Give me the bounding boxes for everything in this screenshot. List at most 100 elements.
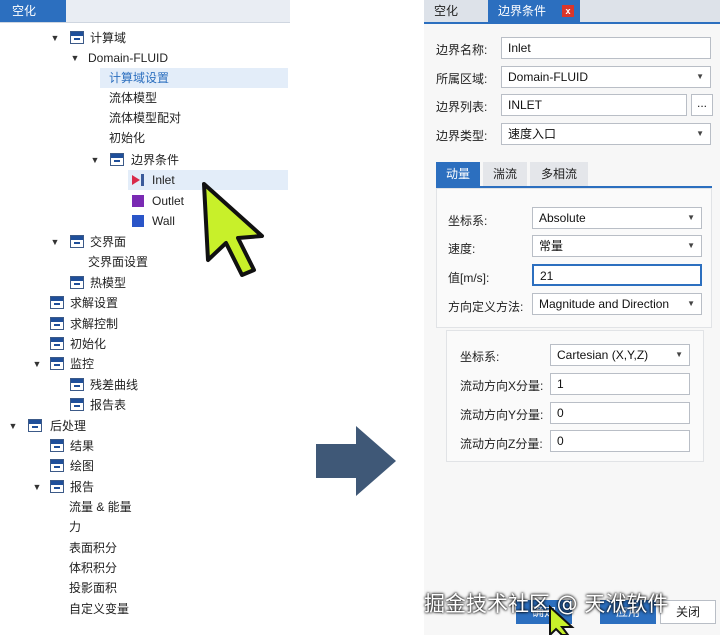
- tree-panel: 空化 ▼ 计算域 ▼ Domain-FLUID 计算域设置 流体模型 流体模型配…: [0, 0, 290, 635]
- tree-item-label: 后处理: [50, 419, 87, 433]
- watermark: 掘金技术社区 @ 天洑软件: [424, 592, 669, 616]
- folder-icon: [50, 357, 64, 370]
- direction-method-select[interactable]: Magnitude and Direction: [532, 293, 702, 315]
- tree-item-custom-variable[interactable]: 自定义变量: [0, 599, 290, 619]
- folder-icon: [50, 439, 64, 452]
- tree-item-label: 流体模型配对: [109, 111, 182, 125]
- tree-item-solver-settings[interactable]: 求解设置: [0, 293, 290, 313]
- tree-item-reports[interactable]: ▼ 报告: [0, 477, 290, 497]
- tree-item-volume-integral[interactable]: 体积积分: [0, 558, 290, 578]
- tree-item-label: 自定义变量: [69, 602, 130, 616]
- tree-item-boundary-conditions[interactable]: ▼ 边界条件: [0, 150, 290, 170]
- browse-button[interactable]: ...: [691, 94, 713, 116]
- boundary-type-label: 边界类型:: [436, 129, 488, 143]
- tree-item-residual-curve[interactable]: 残差曲线: [0, 375, 290, 395]
- direction-coordinate-select[interactable]: Cartesian (X,Y,Z): [550, 344, 690, 366]
- tree-item-label: 初始化: [70, 337, 107, 351]
- folder-icon: [70, 378, 84, 391]
- tree-item-surface-integral[interactable]: 表面积分: [0, 538, 290, 558]
- tab-multiphase[interactable]: 多相流: [530, 162, 588, 186]
- chevron-down-icon[interactable]: ▼: [50, 28, 60, 48]
- tree-item-label: 交界面设置: [88, 255, 149, 269]
- value-label: 值[m/s]:: [448, 271, 490, 285]
- tree-item-label: 计算域: [90, 31, 127, 45]
- velocity-label: 速度:: [448, 242, 476, 256]
- tree-item-domain-init[interactable]: 初始化: [0, 128, 290, 148]
- folder-icon: [50, 296, 64, 309]
- close-tab-icon[interactable]: x: [562, 5, 574, 17]
- chevron-down-icon[interactable]: ▼: [90, 150, 100, 170]
- tree-item-label: 报告表: [90, 398, 127, 412]
- folder-icon: [70, 31, 84, 44]
- tree-item-force[interactable]: 力: [0, 517, 290, 537]
- chevron-down-icon[interactable]: ▼: [50, 232, 60, 252]
- tree-item-flow-energy[interactable]: 流量 & 能量: [0, 497, 290, 517]
- tree-item-label: Outlet: [152, 194, 185, 208]
- z-component-label: 流动方向Z分量:: [460, 437, 543, 451]
- right-tabbar: 空化 边界条件 x: [424, 0, 720, 22]
- tab-cavitation[interactable]: 空化: [424, 0, 486, 22]
- x-component-label: 流动方向X分量:: [460, 379, 544, 393]
- tree-item-label: 交界面: [90, 235, 127, 249]
- velocity-value-input[interactable]: 21: [532, 264, 702, 286]
- tree-tabbar: 空化: [0, 0, 290, 23]
- chevron-down-icon[interactable]: ▼: [32, 477, 42, 497]
- tree-item-solver-control[interactable]: 求解控制: [0, 314, 290, 334]
- tab-cavitation[interactable]: 空化: [0, 0, 66, 22]
- tree-item-label: 力: [69, 520, 82, 534]
- tree-item-domain-settings[interactable]: 计算域设置: [100, 68, 288, 88]
- tree-item-label: 流量 & 能量: [69, 500, 132, 514]
- boundary-condition-panel: 空化 边界条件 x 边界名称: Inlet 所属区域: Domain-FLUID…: [424, 0, 720, 635]
- tree-item-label: 求解设置: [70, 296, 119, 310]
- coordinate-system-select[interactable]: Absolute: [532, 207, 702, 229]
- tree-item-monitors[interactable]: ▼ 监控: [0, 354, 290, 374]
- tree-item-label: Wall: [152, 214, 175, 228]
- boundary-name-input[interactable]: Inlet: [501, 37, 711, 59]
- tab-momentum[interactable]: 动量: [436, 162, 480, 186]
- tree-item-label: Domain-FLUID: [88, 51, 169, 65]
- panel-body: 边界名称: Inlet 所属区域: Domain-FLUID 边界列表: INL…: [424, 22, 720, 635]
- folder-icon: [110, 153, 124, 166]
- tree-item-label: 热模型: [90, 276, 127, 290]
- folder-icon: [70, 398, 84, 411]
- velocity-select[interactable]: 常量: [532, 235, 702, 257]
- tree-item-domains[interactable]: ▼ 计算域: [0, 28, 290, 48]
- tree-item-plots[interactable]: 绘图: [0, 456, 290, 476]
- y-component-input[interactable]: 0: [550, 402, 690, 424]
- tree-item-label: 残差曲线: [90, 378, 139, 392]
- tree-item-initialization[interactable]: 初始化: [0, 334, 290, 354]
- boundary-list-input[interactable]: INLET: [501, 94, 687, 116]
- tree-item-label: 结果: [70, 439, 95, 453]
- folder-icon: [28, 419, 42, 432]
- close-button[interactable]: 关闭: [660, 600, 716, 624]
- tree-item-report-table[interactable]: 报告表: [0, 395, 290, 415]
- chevron-down-icon[interactable]: ▼: [70, 48, 80, 68]
- z-component-input[interactable]: 0: [550, 430, 690, 452]
- folder-icon: [70, 276, 84, 289]
- boundary-type-select[interactable]: 速度入口: [501, 123, 711, 145]
- tree-item-label: 绘图: [70, 459, 95, 473]
- folder-icon: [50, 337, 64, 350]
- tree-item-label: 报告: [70, 480, 95, 494]
- tree-item-domain-fluid[interactable]: ▼ Domain-FLUID: [0, 48, 290, 68]
- chevron-down-icon[interactable]: ▼: [32, 354, 42, 374]
- tree-item-projected-area[interactable]: 投影面积: [0, 578, 290, 598]
- inlet-icon: [132, 174, 144, 186]
- tree-item-fluid-model[interactable]: 流体模型: [0, 88, 290, 108]
- tree-item-label: 监控: [70, 357, 95, 371]
- outlet-icon: [132, 195, 144, 207]
- folder-icon: [50, 317, 64, 330]
- x-component-input[interactable]: 1: [550, 373, 690, 395]
- tree-item-results[interactable]: 结果: [0, 436, 290, 456]
- direction-coordinate-label: 坐标系:: [460, 350, 500, 364]
- tab-turbulence[interactable]: 湍流: [483, 162, 527, 186]
- tree-item-postprocessing[interactable]: ▼ 后处理: [0, 416, 290, 436]
- region-select[interactable]: Domain-FLUID: [501, 66, 711, 88]
- region-label: 所属区域:: [436, 72, 488, 86]
- tree-item-label: 初始化: [109, 131, 146, 145]
- chevron-down-icon[interactable]: ▼: [8, 416, 18, 436]
- tree-item-fluid-pairing[interactable]: 流体模型配对: [0, 108, 290, 128]
- tree-item-label: 边界条件: [131, 153, 180, 167]
- tree-item-label: 体积积分: [69, 561, 118, 575]
- subtab-bar: 动量 湍流 多相流: [436, 162, 712, 188]
